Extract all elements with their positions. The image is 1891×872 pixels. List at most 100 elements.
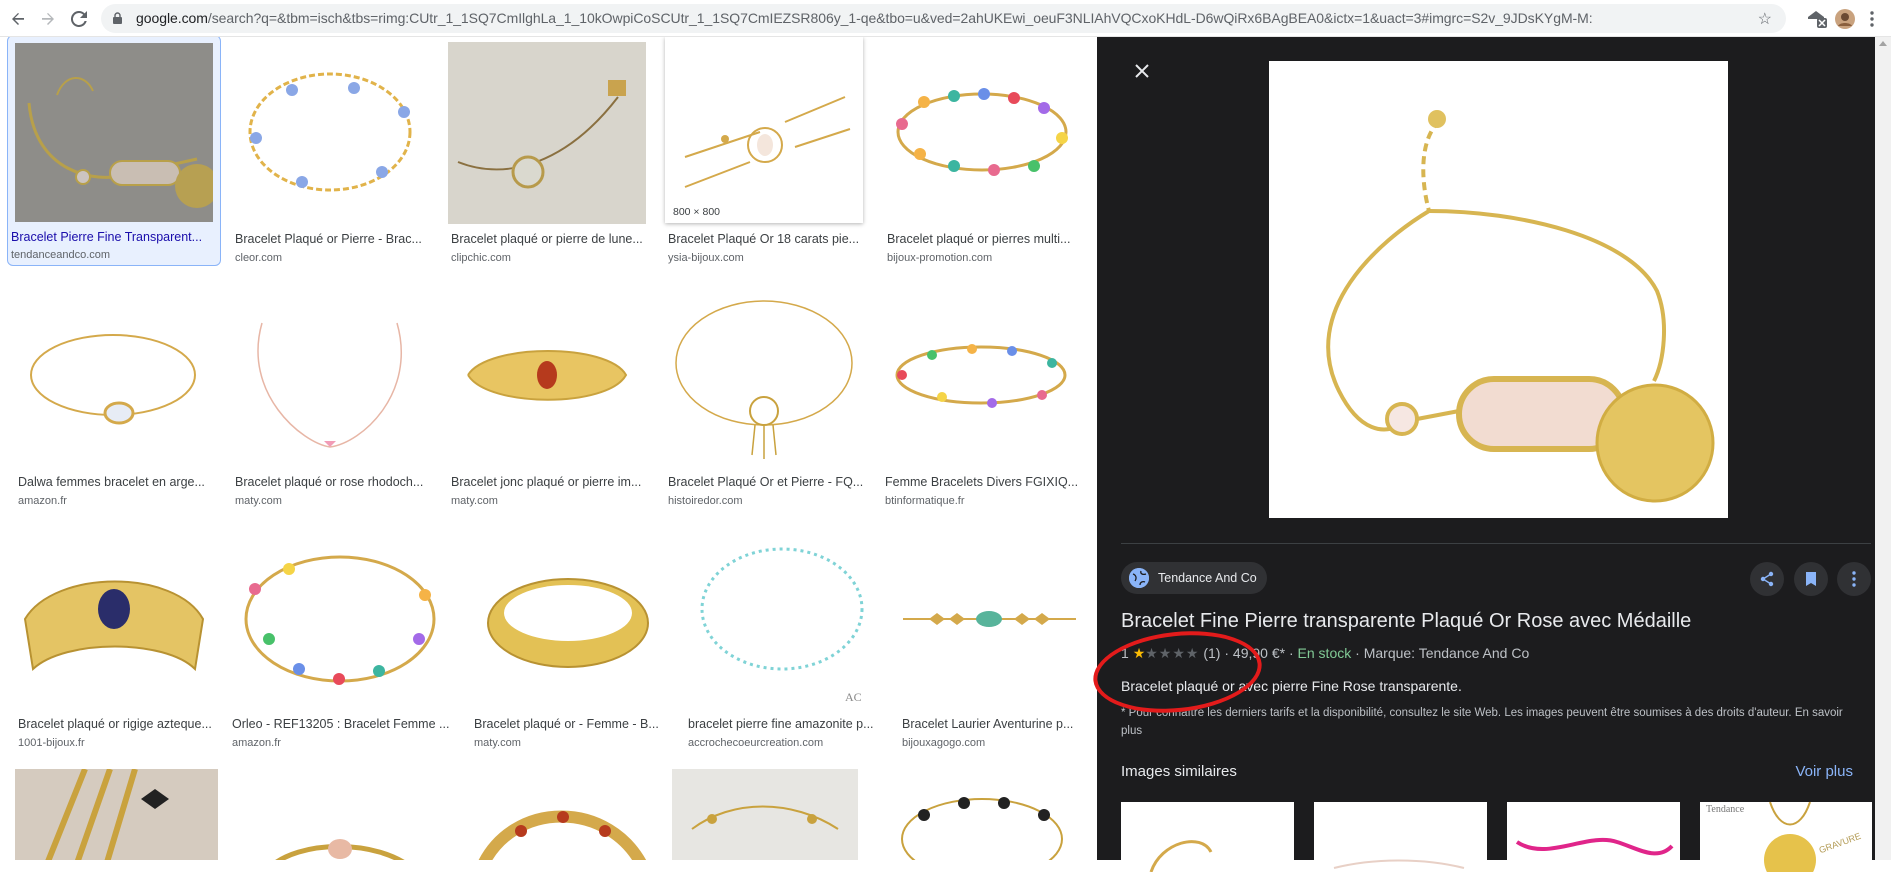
result-source: accrochecoeurcreation.com	[688, 737, 824, 749]
globe-icon	[1129, 568, 1149, 588]
result-caption: Bracelet plaqué or pierres multi...	[887, 232, 1071, 246]
image-result[interactable]: 800 × 800 Bracelet Plaqué Or 18 carats p…	[665, 37, 863, 266]
dimensions-badge: 800 × 800	[668, 204, 726, 220]
result-thumbnail	[229, 529, 451, 709]
back-arrow-icon[interactable]	[8, 9, 28, 29]
image-results-grid: Bracelet Pierre Fine Transparent... tend…	[0, 37, 1097, 860]
forward-arrow-icon[interactable]	[38, 9, 58, 29]
result-caption: Bracelet plaqué or - Femme - B...	[474, 717, 659, 731]
image-result[interactable]: Orleo - REF13205 : Bracelet Femme ... am…	[229, 529, 451, 755]
result-caption: Bracelet Plaqué Or et Pierre - FQ...	[668, 475, 864, 489]
price-disclaimer: * Pour connaître les derniers tarifs et …	[1121, 704, 1851, 740]
result-thumbnail	[15, 769, 218, 860]
image-result[interactable]: Bracelet jonc plaqué or pierre im... mat…	[448, 283, 646, 509]
image-result[interactable]	[15, 769, 218, 860]
reload-icon[interactable]	[69, 9, 89, 29]
image-result[interactable]: Dalwa femmes bracelet en arge... amazon.…	[15, 283, 212, 509]
image-result[interactable]: Bracelet plaqué or rose rhodoch... maty.…	[232, 283, 429, 509]
result-source: ysia-bijoux.com	[668, 252, 744, 264]
image-result[interactable]: Bracelet plaqué or - Femme - B... maty.c…	[471, 529, 665, 755]
result-source: cleor.com	[235, 252, 283, 264]
stock-status: En stock	[1297, 645, 1352, 661]
similar-image-thumb[interactable]: Tendance GRAVURE	[1700, 802, 1872, 872]
result-thumbnail	[672, 769, 858, 860]
result-thumbnail	[15, 43, 213, 222]
result-thumbnail	[232, 283, 429, 467]
result-thumbnail	[899, 529, 1080, 709]
similar-image-thumb[interactable]	[1507, 802, 1680, 872]
result-caption: Bracelet plaqué or rigige azteque...	[18, 717, 212, 731]
similar-image-thumb[interactable]	[1121, 802, 1294, 872]
product-brand: Marque: Tendance And Co	[1363, 645, 1530, 661]
similar-image-thumb[interactable]	[1314, 802, 1487, 872]
result-thumbnail	[884, 42, 1080, 212]
menu-dots-icon[interactable]	[1862, 9, 1882, 29]
result-caption: Dalwa femmes bracelet en arge...	[18, 475, 205, 489]
result-caption: Bracelet Pierre Fine Transparent...	[11, 230, 203, 244]
result-source: amazon.fr	[18, 495, 67, 507]
result-source: amazon.fr	[232, 737, 281, 749]
image-result[interactable]	[884, 769, 1080, 860]
profile-avatar[interactable]	[1835, 9, 1855, 29]
close-icon[interactable]	[1131, 62, 1153, 84]
image-result[interactable]: Bracelet Pierre Fine Transparent... tend…	[7, 37, 221, 266]
image-result[interactable]	[238, 769, 441, 860]
result-caption: Bracelet plaqué or rose rhodoch...	[235, 475, 424, 489]
result-source: 1001-bijoux.fr	[18, 737, 85, 749]
result-caption: Bracelet Plaqué Or 18 carats pie...	[668, 232, 860, 246]
source-site-chip[interactable]: Tendance And Co	[1121, 562, 1267, 594]
page-scrollbar[interactable]	[1875, 37, 1891, 860]
image-result[interactable]: Bracelet plaqué or pierres multi... bijo…	[884, 42, 1080, 266]
result-thumbnail	[15, 283, 212, 467]
result-source: bijoux-promotion.com	[887, 252, 993, 264]
browser-toolbar: google.com/search?q=&tbm=isch&tbs=rimg:C…	[0, 0, 1891, 37]
result-source: tendanceandco.com	[11, 249, 111, 261]
result-source: maty.com	[474, 737, 521, 749]
preview-image[interactable]	[1269, 61, 1728, 518]
result-caption: Bracelet Laurier Aventurine p...	[902, 717, 1074, 731]
result-thumbnail: AC	[685, 529, 879, 709]
image-result[interactable]	[672, 769, 858, 860]
image-result[interactable]: Bracelet plaqué or rigige azteque... 100…	[15, 529, 212, 755]
see-more-link[interactable]: Voir plus	[1795, 763, 1853, 780]
image-result[interactable]: Bracelet Laurier Aventurine p... bijouxa…	[899, 529, 1080, 755]
url-text: google.com/search?q=&tbm=isch&tbs=rimg:C…	[136, 10, 1593, 26]
result-source: maty.com	[451, 495, 498, 507]
result-caption: Orleo - REF13205 : Bracelet Femme ...	[232, 717, 450, 731]
address-bar[interactable]: google.com/search?q=&tbm=isch&tbs=rimg:C…	[101, 4, 1786, 33]
svg-text:AC: AC	[845, 690, 862, 704]
more-vert-icon[interactable]	[1837, 562, 1871, 596]
bookmark-star-icon[interactable]: ☆	[1758, 9, 1772, 29]
result-thumbnail	[448, 42, 646, 224]
result-thumbnail	[232, 42, 429, 224]
extension-icon[interactable]	[1806, 9, 1827, 29]
result-thumbnail	[461, 769, 664, 860]
result-caption: Bracelet jonc plaqué or pierre im...	[451, 475, 642, 489]
result-caption: Bracelet plaqué or pierre de lune...	[451, 232, 643, 246]
scroll-up-arrow-icon[interactable]	[1879, 41, 1887, 46]
result-thumbnail	[882, 283, 1080, 467]
image-result[interactable]: Femme Bracelets Divers FGIXIQ... btinfor…	[882, 283, 1080, 509]
result-thumbnail	[448, 283, 646, 467]
result-thumbnail	[471, 529, 665, 709]
share-icon[interactable]	[1750, 562, 1784, 596]
image-result[interactable]: Bracelet Plaqué or Pierre - Brac... cleo…	[232, 42, 429, 266]
result-thumbnail: 800 × 800	[665, 37, 863, 223]
result-source: maty.com	[235, 495, 282, 507]
source-name: Tendance And Co	[1158, 571, 1257, 585]
result-thumbnail	[238, 769, 441, 860]
image-result[interactable]	[461, 769, 664, 860]
bookmark-icon[interactable]	[1794, 562, 1828, 596]
thumb-logo-text: Tendance	[1706, 804, 1745, 815]
image-preview-panel: Tendance And Co Bracelet Fine Pierre tra…	[1097, 37, 1875, 872]
image-result[interactable]: AC bracelet pierre fine amazonite p... a…	[685, 529, 879, 755]
disclaimer-text: * Pour connaître les derniers tarifs et …	[1121, 707, 1792, 719]
image-result[interactable]: Bracelet Plaqué Or et Pierre - FQ... his…	[665, 283, 863, 509]
image-result[interactable]: Bracelet plaqué or pierre de lune... cli…	[448, 42, 646, 266]
result-caption: Bracelet Plaqué or Pierre - Brac...	[235, 232, 422, 246]
result-source: histoiredor.com	[668, 495, 743, 507]
result-thumbnail	[15, 529, 212, 709]
product-title[interactable]: Bracelet Fine Pierre transparente Plaqué…	[1121, 610, 1691, 633]
result-source: bijouxagogo.com	[902, 737, 986, 749]
result-source: btinformatique.fr	[885, 495, 965, 507]
